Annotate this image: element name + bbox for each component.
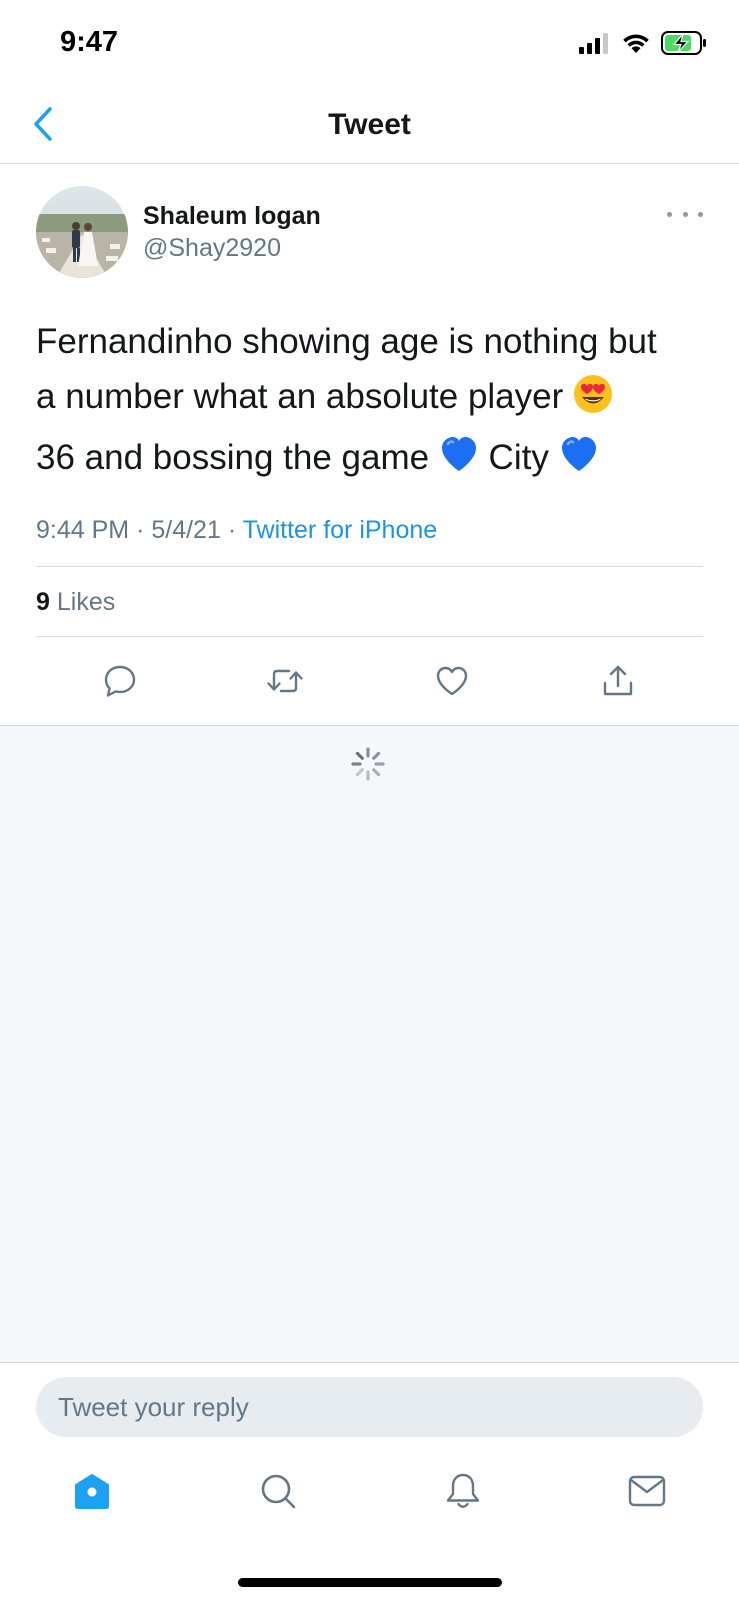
home-indicator (238, 1578, 502, 1587)
reply-button[interactable] (95, 658, 145, 708)
meta-separator: · (136, 516, 145, 544)
tab-home[interactable] (62, 1463, 122, 1523)
retweet-icon (265, 663, 305, 704)
share-icon (600, 663, 636, 704)
likes-label: Likes (56, 588, 116, 616)
replies-feed[interactable] (0, 726, 739, 1362)
blue-heart-icon (439, 435, 479, 491)
divider (36, 636, 703, 637)
author-handle[interactable]: @Shay2920 (143, 234, 281, 263)
reply-input[interactable] (36, 1377, 703, 1437)
reply-composer (0, 1362, 739, 1600)
battery-charging-icon (661, 30, 707, 60)
search-icon (258, 1471, 298, 1516)
divider (36, 566, 703, 567)
cellular-signal-icon (579, 32, 611, 59)
share-button[interactable] (593, 658, 643, 708)
home-icon (72, 1471, 112, 1516)
tweet-source-link[interactable]: Twitter for iPhone (243, 516, 438, 544)
loading-spinner-icon (350, 746, 386, 782)
status-time: 9:47 (60, 26, 119, 58)
blue-heart-icon (559, 435, 599, 491)
tweet-text: Fernandinho showing age is nothing but a… (36, 314, 716, 491)
tweet-text-line: a number what an absolute player (36, 369, 716, 430)
tweet-text-line: 36 and bossing the game City (36, 430, 716, 491)
like-button[interactable] (427, 658, 477, 708)
tweet-meta: 9:44 PM · 5/4/21 · Twitter for iPhone (36, 516, 437, 545)
likes-row[interactable]: 9 Likes (36, 588, 115, 617)
tweet-text-segment: 36 and bossing the game (36, 438, 430, 477)
tweet-text-segment: City (488, 438, 549, 477)
status-bar: 9:47 (0, 0, 739, 88)
reply-icon (102, 663, 138, 704)
tab-notifications[interactable] (433, 1463, 493, 1523)
more-horizontal-icon (682, 211, 688, 217)
smiling-face-with-heart-eyes-icon (573, 374, 613, 430)
tab-search[interactable] (248, 1463, 308, 1523)
like-icon (434, 663, 470, 704)
tweet-actions (0, 654, 739, 714)
page-title: Tweet (328, 108, 411, 141)
author-name[interactable]: Shaleum logan (143, 202, 321, 231)
retweet-button[interactable] (260, 658, 310, 708)
more-options-button[interactable] (667, 204, 703, 224)
tweet-date: 5/4/21 (151, 516, 221, 544)
tweet-detail: Shaleum logan @Shay2920 Fernandinho show… (0, 164, 739, 726)
tweet-text-line: Fernandinho showing age is nothing but (36, 314, 716, 369)
tab-messages[interactable] (617, 1463, 677, 1523)
meta-separator: · (227, 516, 237, 544)
wifi-icon (621, 32, 651, 59)
more-horizontal-icon (698, 211, 703, 217)
tweet-text-segment: a number what an absolute player (36, 377, 564, 416)
more-horizontal-icon (667, 211, 672, 217)
messages-icon (627, 1471, 667, 1516)
avatar[interactable] (36, 186, 128, 278)
tweet-text-segment: Fernandinho showing age is nothing but (36, 322, 657, 361)
nav-bar: Tweet (0, 88, 739, 164)
tweet-time: 9:44 PM (36, 516, 130, 544)
tab-bar (0, 1463, 739, 1533)
likes-count: 9 (36, 588, 50, 616)
status-icons (579, 30, 707, 60)
notifications-icon (443, 1471, 483, 1516)
